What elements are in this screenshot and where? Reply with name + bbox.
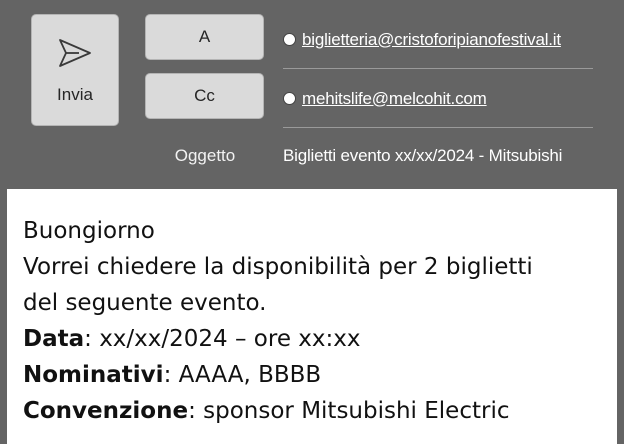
names-line: Nominativi: AAAA, BBBB bbox=[23, 357, 601, 393]
cc-field[interactable]: mehitslife@melcohit.com bbox=[283, 70, 593, 128]
names-value: : AAAA, BBBB bbox=[163, 362, 322, 388]
greeting-line: Buongiorno bbox=[23, 218, 155, 244]
subject-field[interactable]: Biglietti evento xx/xx/2024 - Mitsubishi bbox=[283, 146, 562, 166]
subject-label: Oggetto bbox=[174, 146, 236, 165]
agreement-label: Convenzione bbox=[23, 398, 189, 424]
cc-button[interactable]: Cc bbox=[145, 73, 264, 119]
agreement-line: Convenzione: sponsor Mitsubishi Electric bbox=[23, 393, 601, 429]
cc-recipient-address[interactable]: mehitslife@melcohit.com bbox=[302, 89, 487, 109]
body-line-1: Vorrei chiedere la disponibilità per 2 b… bbox=[23, 254, 533, 280]
names-label: Nominativi bbox=[23, 362, 164, 388]
to-recipient-address[interactable]: biglietteria@cristoforipianofestival.it bbox=[302, 30, 561, 50]
date-value: : xx/xx/2024 – ore xx:xx bbox=[84, 326, 361, 352]
date-label: Data bbox=[23, 326, 85, 352]
agreement-value: : sponsor Mitsubishi Electric bbox=[188, 398, 510, 424]
to-button[interactable]: A bbox=[145, 14, 264, 60]
send-button-label: Invia bbox=[57, 85, 93, 104]
send-button[interactable]: Invia bbox=[31, 14, 119, 126]
message-body[interactable]: Buongiorno Vorrei chiedere la disponibil… bbox=[7, 189, 617, 444]
presence-dot-icon bbox=[283, 33, 296, 46]
paper-plane-icon bbox=[59, 39, 91, 67]
email-header: Invia A Cc biglietteria@cristoforipianof… bbox=[0, 0, 624, 188]
presence-dot-icon bbox=[283, 92, 296, 105]
date-line: Data: xx/xx/2024 – ore xx:xx bbox=[23, 321, 601, 357]
body-line-2: del seguente evento. bbox=[23, 290, 267, 316]
to-field[interactable]: biglietteria@cristoforipianofestival.it bbox=[283, 11, 593, 69]
